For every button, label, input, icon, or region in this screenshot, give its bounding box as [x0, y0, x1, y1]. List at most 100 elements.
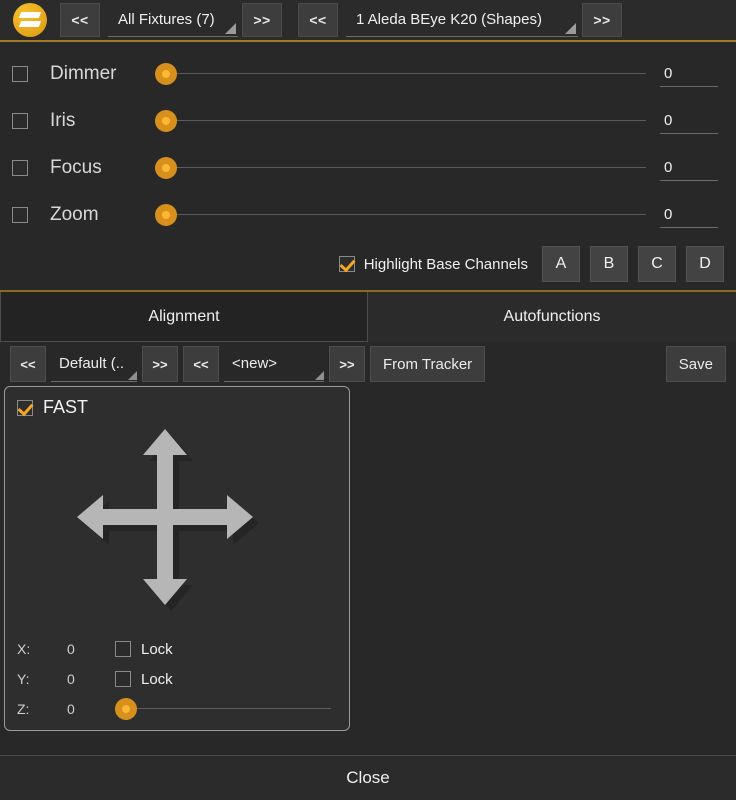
base-channel-button-b[interactable]: B: [590, 246, 628, 282]
base-channel-buttons: A B C D: [542, 246, 724, 282]
alignment-toolbar: << Default (.. >> << <new> >> From Track…: [0, 342, 736, 386]
tab-bar: Alignment Autofunctions: [0, 292, 736, 342]
logo-bar-bottom: [19, 21, 41, 27]
chevron-down-icon: [128, 371, 137, 380]
fixture-dropdown[interactable]: 1 Aleda BEye K20 (Shapes): [346, 3, 578, 37]
alignment-body: FAST X: 0 Lock: [0, 386, 736, 755]
channel-value-focus[interactable]: 0: [660, 155, 718, 181]
fixture-group-value: All Fixtures (7): [118, 11, 215, 28]
channel-checkbox-iris[interactable]: [12, 113, 28, 129]
fixture-selector: << 1 Aleda BEye K20 (Shapes) >>: [298, 3, 622, 37]
fixture-group-prev-button[interactable]: <<: [60, 3, 100, 37]
fixture-control-window: << All Fixtures (7) >> << 1 Aleda BEye K…: [0, 0, 736, 800]
app-logo: [0, 3, 60, 37]
slider-track: [155, 120, 646, 121]
four-way-move-arrows-icon[interactable]: [77, 429, 277, 629]
channel-row-iris: Iris 0: [0, 97, 736, 144]
axis-row-y: Y: 0 Lock: [5, 664, 349, 694]
axis-lock-checkbox-y[interactable]: [115, 671, 131, 687]
alignment-dropdown[interactable]: <new>: [224, 346, 324, 382]
channel-row-dimmer: Dimmer 0: [0, 50, 736, 97]
channel-value-zoom[interactable]: 0: [660, 202, 718, 228]
axis-lock-label-y: Lock: [141, 671, 173, 688]
slider-thumb[interactable]: [155, 157, 177, 179]
highlight-base-channels-label: Highlight Base Channels: [364, 256, 528, 273]
fixture-group-next-button[interactable]: >>: [242, 3, 282, 37]
tab-alignment-label: Alignment: [148, 308, 219, 326]
slider-thumb[interactable]: [155, 204, 177, 226]
preset-value: Default (..: [59, 355, 124, 372]
chevron-down-icon: [315, 371, 324, 380]
base-channel-button-d[interactable]: D: [686, 246, 724, 282]
channel-label-zoom: Zoom: [50, 204, 155, 226]
channel-label-dimmer: Dimmer: [50, 63, 155, 85]
top-header-bar: << All Fixtures (7) >> << 1 Aleda BEye K…: [0, 0, 736, 40]
fast-label: FAST: [43, 397, 88, 418]
highlight-base-channels-row: Highlight Base Channels A B C D: [0, 238, 736, 290]
tab-autofunctions[interactable]: Autofunctions: [368, 292, 736, 342]
channel-slider-dimmer[interactable]: [155, 62, 646, 86]
axis-label-z: Z:: [17, 701, 43, 717]
base-channel-button-c[interactable]: C: [638, 246, 676, 282]
slider-thumb[interactable]: [155, 110, 177, 132]
preset-dropdown[interactable]: Default (..: [51, 346, 137, 382]
chevron-down-icon: [565, 23, 576, 34]
channel-value-iris[interactable]: 0: [660, 108, 718, 134]
fast-panel-header[interactable]: FAST: [5, 387, 349, 418]
axis-value-x[interactable]: 0: [43, 641, 115, 657]
fast-checkbox[interactable]: [17, 400, 33, 416]
channel-slider-list: Dimmer 0 Iris 0 Focus 0: [0, 42, 736, 290]
preset-next-button[interactable]: >>: [142, 346, 178, 382]
alignment-prev-button[interactable]: <<: [183, 346, 219, 382]
channel-slider-focus[interactable]: [155, 156, 646, 180]
axis-lock-x[interactable]: Lock: [115, 641, 173, 658]
channel-slider-iris[interactable]: [155, 109, 646, 133]
fixture-prev-button[interactable]: <<: [298, 3, 338, 37]
base-channel-button-a[interactable]: A: [542, 246, 580, 282]
axis-slider-z[interactable]: [115, 697, 331, 721]
tab-alignment[interactable]: Alignment: [0, 292, 368, 342]
chevron-down-icon: [225, 23, 236, 34]
alignment-next-button[interactable]: >>: [329, 346, 365, 382]
channel-checkbox-zoom[interactable]: [12, 207, 28, 223]
highlight-base-channels-checkbox[interactable]: [339, 256, 355, 272]
slider-track: [155, 214, 646, 215]
tab-autofunctions-label: Autofunctions: [504, 308, 601, 326]
channel-checkbox-focus[interactable]: [12, 160, 28, 176]
fixture-group-selector: << All Fixtures (7) >>: [60, 3, 282, 37]
fixture-value: 1 Aleda BEye K20 (Shapes): [356, 11, 542, 28]
slider-track: [155, 73, 646, 74]
from-tracker-button[interactable]: From Tracker: [370, 346, 485, 382]
close-button[interactable]: Close: [0, 756, 736, 800]
highlight-base-channels-toggle[interactable]: Highlight Base Channels: [339, 256, 528, 273]
channel-row-zoom: Zoom 0: [0, 191, 736, 238]
channel-slider-zoom[interactable]: [155, 203, 646, 227]
channel-value-dimmer[interactable]: 0: [660, 61, 718, 87]
fixture-group-dropdown[interactable]: All Fixtures (7): [108, 3, 238, 37]
save-button[interactable]: Save: [666, 346, 726, 382]
fast-panel: FAST X: 0 Lock: [4, 386, 350, 731]
axis-row-x: X: 0 Lock: [5, 634, 349, 664]
axis-lock-checkbox-x[interactable]: [115, 641, 131, 657]
pan-tilt-pad[interactable]: [5, 423, 349, 635]
zactrack-logo-icon: [13, 3, 47, 37]
axis-label-y: Y:: [17, 671, 43, 687]
slider-track: [115, 708, 331, 709]
fixture-next-button[interactable]: >>: [582, 3, 622, 37]
axis-lock-y[interactable]: Lock: [115, 671, 173, 688]
channel-checkbox-dimmer[interactable]: [12, 66, 28, 82]
logo-bar-top: [19, 12, 41, 18]
channel-label-iris: Iris: [50, 110, 155, 132]
axis-value-y[interactable]: 0: [43, 671, 115, 687]
slider-thumb[interactable]: [115, 698, 137, 720]
axis-value-z[interactable]: 0: [43, 701, 115, 717]
close-button-label: Close: [346, 768, 389, 788]
channel-row-focus: Focus 0: [0, 144, 736, 191]
axis-row-z: Z: 0: [5, 694, 349, 724]
axis-lock-label-x: Lock: [141, 641, 173, 658]
preset-prev-button[interactable]: <<: [10, 346, 46, 382]
axis-label-x: X:: [17, 641, 43, 657]
channel-label-focus: Focus: [50, 157, 155, 179]
xyz-controls: X: 0 Lock Y: 0 Lock Z:: [5, 634, 349, 724]
slider-thumb[interactable]: [155, 63, 177, 85]
